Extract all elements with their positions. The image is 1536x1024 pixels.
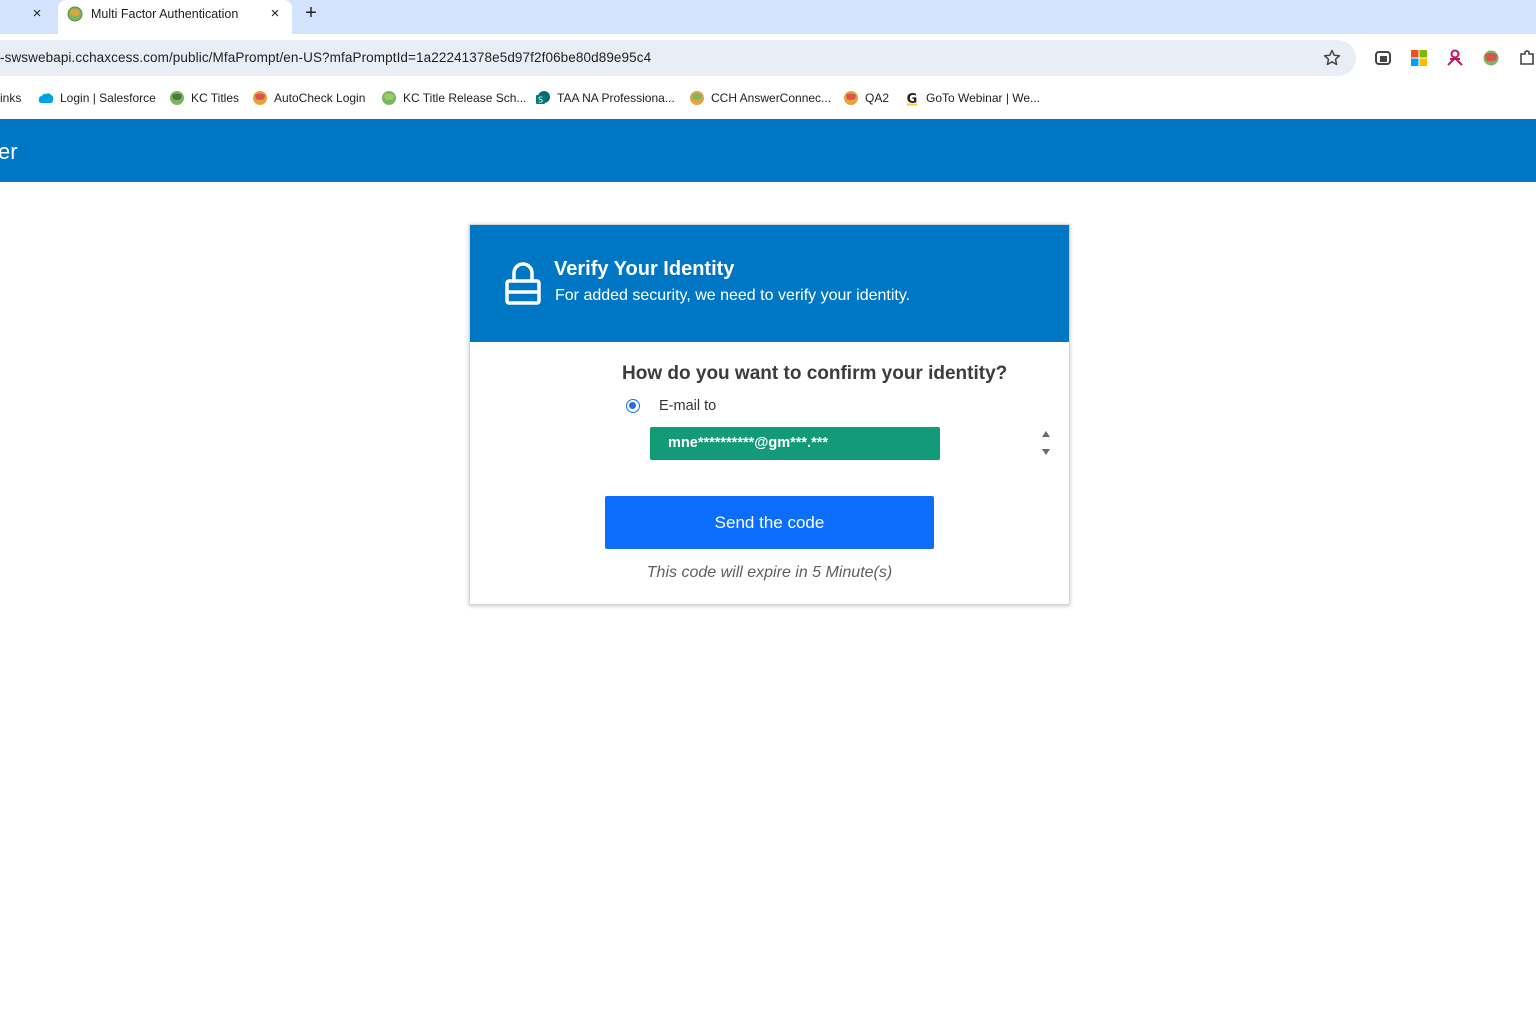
- tab-title: Multi Factor Authentication: [91, 7, 239, 21]
- bookmark-label: AutoCheck Login: [274, 91, 366, 105]
- new-tab-button[interactable]: +: [301, 2, 321, 24]
- bookmarks-bar: inks Login | Salesforce KC Titles AutoCh…: [0, 84, 1536, 112]
- bookmark-label: GoTo Webinar | We...: [926, 91, 1041, 105]
- svg-text:S: S: [538, 96, 543, 105]
- bookmark-label: QA2: [865, 91, 890, 105]
- scroll-up-arrow-icon[interactable]: [1042, 431, 1050, 437]
- salesforce-cloud-icon: [38, 93, 54, 103]
- email-address-select[interactable]: mne**********@gm***.***: [650, 427, 940, 460]
- tab-close-button[interactable]: ×: [266, 5, 284, 23]
- bookmark-star-icon[interactable]: [1322, 48, 1342, 68]
- email-address-value: mne**********@gm***.***: [668, 435, 829, 451]
- active-tab[interactable]: Multi Factor Authentication ×: [58, 0, 292, 34]
- globe-favicon-icon: [170, 91, 184, 105]
- bookmark-label: TAA NA Professiona...: [557, 91, 675, 105]
- address-bar[interactable]: -swswebapi.cchaxcess.com/public/MfaPromp…: [0, 40, 1356, 76]
- microsoft-logo-icon[interactable]: [1409, 48, 1429, 68]
- bookmark-label: KC Titles: [191, 91, 240, 105]
- card-header: Verify Your Identity For added security,…: [470, 225, 1069, 342]
- card-subtitle: For added security, we need to verify yo…: [555, 287, 911, 304]
- url-text[interactable]: -swswebapi.cchaxcess.com/public/MfaPromp…: [0, 50, 651, 65]
- goto-g-icon: G: [907, 92, 918, 106]
- previous-tab-close-button[interactable]: ×: [28, 5, 46, 23]
- sharepoint-icon: S: [536, 91, 550, 105]
- bookmark-cch-answerconnect[interactable]: CCH AnswerConnec...: [689, 88, 831, 108]
- globe-favicon-icon: [844, 91, 858, 105]
- people-extension-icon[interactable]: [1445, 48, 1465, 68]
- bookmark-label: KC Title Release Sch...: [403, 91, 527, 105]
- browser-toolbar: -swswebapi.cchaxcess.com/public/MfaPromp…: [0, 34, 1536, 82]
- select-scroll-arrows[interactable]: [1040, 428, 1052, 460]
- email-option-label[interactable]: E-mail to: [659, 398, 716, 414]
- app-header: er: [0, 119, 1536, 182]
- globe-favicon-icon: [253, 91, 267, 105]
- scroll-down-arrow-icon[interactable]: [1042, 449, 1050, 455]
- globe-favicon-icon: [690, 91, 704, 105]
- tab-strip: × Multi Factor Authentication × +: [0, 0, 1536, 34]
- globe-favicon-icon: [67, 6, 83, 22]
- bookmark-kc-titles[interactable]: KC Titles: [169, 88, 239, 108]
- puzzle-extensions-icon[interactable]: [1517, 48, 1536, 68]
- bookmark-links[interactable]: inks: [0, 88, 21, 108]
- verify-identity-card: Verify Your Identity For added security,…: [469, 224, 1070, 605]
- printer-extension-icon[interactable]: [1373, 48, 1393, 68]
- email-radio-button[interactable]: [626, 399, 640, 413]
- code-expiry-note: This code will expire in 5 Minute(s): [646, 564, 893, 581]
- globe-extension-icon[interactable]: [1481, 48, 1501, 68]
- bookmark-autocheck[interactable]: AutoCheck Login: [252, 88, 365, 108]
- globe-favicon-icon: [382, 91, 396, 105]
- bookmark-qa2[interactable]: QA2: [843, 88, 889, 108]
- bookmark-label: inks: [0, 91, 22, 105]
- lock-icon: [505, 262, 541, 305]
- bookmark-salesforce[interactable]: Login | Salesforce: [38, 88, 156, 108]
- bookmark-kc-title-release[interactable]: KC Title Release Sch...: [381, 88, 526, 108]
- app-title: er: [0, 139, 18, 164]
- bookmark-goto-webinar[interactable]: G GoTo Webinar | We...: [904, 88, 1040, 108]
- confirm-identity-question: How do you want to confirm your identity…: [622, 363, 1008, 384]
- bookmark-label: CCH AnswerConnec...: [711, 91, 832, 105]
- card-title: Verify Your Identity: [554, 258, 735, 280]
- send-code-button[interactable]: Send the code: [605, 496, 934, 549]
- bookmark-taa-na[interactable]: S TAA NA Professiona...: [535, 88, 675, 108]
- bookmark-label: Login | Salesforce: [60, 91, 156, 105]
